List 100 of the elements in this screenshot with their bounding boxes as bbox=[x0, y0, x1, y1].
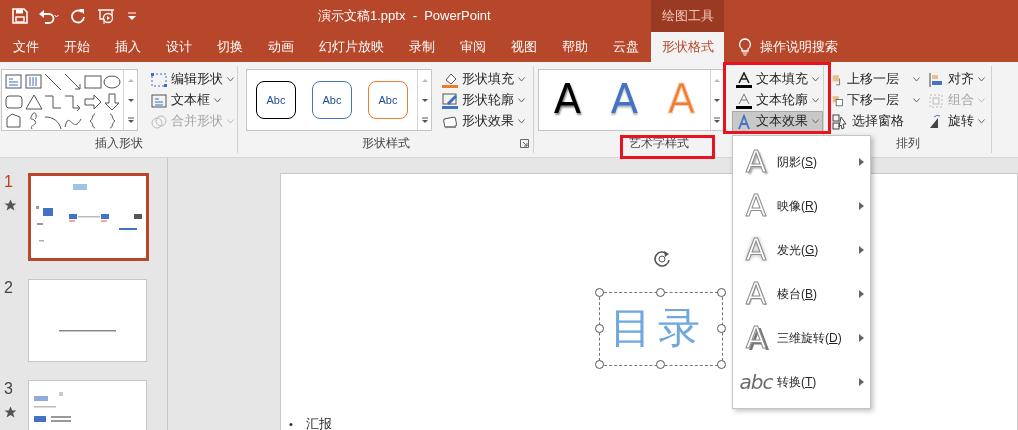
text-outline-icon bbox=[736, 92, 752, 109]
caret-icon[interactable] bbox=[518, 98, 525, 103]
menu-item[interactable]: A 棱台(B) bbox=[733, 272, 870, 316]
ribbon-tab[interactable]: 切换 bbox=[204, 32, 255, 62]
ribbon-tab[interactable]: 开始 bbox=[51, 32, 102, 62]
resize-handle[interactable] bbox=[717, 288, 726, 297]
submenu-arrow-icon bbox=[859, 246, 864, 254]
ribbon-tab[interactable]: 云盘 bbox=[600, 32, 651, 62]
caret-icon[interactable] bbox=[913, 77, 920, 83]
style-preset[interactable]: Abc bbox=[256, 81, 296, 119]
text-effect-icon bbox=[736, 113, 752, 130]
ribbon-button[interactable]: 编辑形状 bbox=[147, 69, 238, 90]
menu-item[interactable]: A 映像(R) bbox=[733, 184, 870, 228]
dialog-launcher-icon[interactable] bbox=[520, 139, 529, 148]
slide-number: 2 bbox=[4, 279, 13, 297]
ribbon-button[interactable]: 文本轮廓 bbox=[732, 90, 823, 111]
resize-handle[interactable] bbox=[595, 324, 604, 333]
ribbon-button[interactable]: 文本填充 bbox=[732, 69, 823, 90]
caret-icon[interactable] bbox=[978, 119, 985, 125]
style-preset[interactable]: Abc bbox=[312, 81, 352, 119]
effect-icon: A bbox=[739, 188, 773, 224]
caret-icon[interactable] bbox=[913, 98, 920, 104]
ribbon-tab[interactable]: 设计 bbox=[153, 32, 204, 62]
ribbon-button[interactable]: 选择窗格 bbox=[828, 111, 924, 132]
resize-handle[interactable] bbox=[656, 360, 665, 369]
ribbon-button[interactable]: 上移一层 bbox=[828, 69, 924, 90]
presentation-icon[interactable] bbox=[96, 7, 116, 25]
text-box-icon[interactable] bbox=[4, 72, 24, 92]
caret-icon[interactable] bbox=[812, 98, 819, 103]
ribbon-button[interactable]: 形状填充 bbox=[438, 69, 529, 90]
ribbon-tab[interactable]: 形状格式 bbox=[651, 32, 724, 62]
resize-handle[interactable] bbox=[717, 324, 726, 333]
wordart-preset[interactable]: A bbox=[539, 70, 596, 130]
caret-icon[interactable] bbox=[518, 119, 525, 124]
submenu-arrow-icon bbox=[859, 378, 864, 386]
ribbon-tab[interactable]: 动画 bbox=[255, 32, 306, 62]
resize-handle[interactable] bbox=[595, 288, 604, 297]
ribbon-tab[interactable]: 文件 bbox=[0, 32, 51, 62]
menu-item[interactable]: abc 转换(T) bbox=[733, 360, 870, 404]
ribbon-button[interactable]: 文本效果 bbox=[732, 111, 823, 132]
arrow-icon[interactable] bbox=[63, 72, 83, 92]
paint-bucket-icon bbox=[442, 71, 458, 88]
effect-icon: A bbox=[739, 144, 773, 180]
menu-item[interactable]: A 阴影(S) bbox=[733, 140, 870, 184]
caret-icon[interactable] bbox=[518, 77, 525, 82]
scroll-down-icon[interactable] bbox=[420, 96, 429, 104]
merge-shapes-icon bbox=[151, 113, 167, 130]
line-icon[interactable] bbox=[43, 72, 63, 92]
caret-icon[interactable] bbox=[978, 77, 985, 83]
submenu-arrow-icon bbox=[859, 158, 864, 166]
slide-number: 1 bbox=[4, 173, 13, 191]
resize-handle[interactable] bbox=[595, 360, 604, 369]
down-arrow-icon[interactable] bbox=[102, 91, 122, 111]
more-icon[interactable] bbox=[713, 116, 721, 124]
resize-handle[interactable] bbox=[717, 360, 726, 369]
bullet-mark: • bbox=[289, 417, 293, 430]
effect-icon: A bbox=[739, 232, 773, 268]
text-fill-icon bbox=[736, 71, 752, 88]
wordart-preset[interactable]: A bbox=[596, 70, 653, 130]
group-label: 排列 bbox=[895, 136, 920, 150]
ribbon-button[interactable]: 文本框 bbox=[147, 90, 238, 111]
caret-icon[interactable] bbox=[812, 119, 819, 124]
slide-thumbnail[interactable] bbox=[28, 279, 147, 362]
ribbon-tab[interactable]: 审阅 bbox=[447, 32, 498, 62]
scroll-down-icon[interactable] bbox=[126, 96, 135, 104]
scroll-down-icon[interactable] bbox=[713, 96, 721, 104]
tell-me-search[interactable]: 操作说明搜索 bbox=[760, 37, 838, 57]
ribbon-button[interactable]: 对齐 bbox=[924, 69, 989, 90]
group-label: 插入形状 bbox=[94, 136, 143, 150]
ribbon-tab[interactable]: 录制 bbox=[396, 32, 447, 62]
ribbon-tab[interactable]: 插入 bbox=[102, 32, 153, 62]
ribbon-button[interactable]: 形状效果 bbox=[438, 111, 529, 132]
window-title: 演示文稿1.pptx - PowerPoint bbox=[318, 7, 492, 26]
align-icon bbox=[928, 71, 944, 88]
more-icon[interactable] bbox=[126, 116, 135, 124]
rotate-handle-icon[interactable] bbox=[652, 249, 672, 269]
ribbon-tab[interactable]: 视图 bbox=[498, 32, 549, 62]
effect-icon: abc bbox=[739, 364, 773, 400]
undo-icon[interactable] bbox=[38, 8, 60, 24]
ribbon-button[interactable]: 旋转 bbox=[924, 111, 989, 132]
menu-item[interactable]: A 发光(G) bbox=[733, 228, 870, 272]
ribbon-tab[interactable]: 幻灯片放映 bbox=[306, 32, 396, 62]
oval-icon[interactable] bbox=[102, 72, 122, 92]
caret-icon[interactable] bbox=[812, 77, 819, 82]
caret-icon[interactable] bbox=[227, 77, 234, 82]
redo-icon[interactable] bbox=[70, 8, 86, 24]
menu-item[interactable]: A 三维旋转(D) bbox=[733, 316, 870, 360]
group-icon bbox=[928, 92, 944, 109]
more-icon[interactable] bbox=[420, 116, 429, 124]
wordart-text: 目录 bbox=[610, 303, 706, 353]
resize-handle[interactable] bbox=[656, 288, 665, 297]
customize-icon[interactable] bbox=[126, 11, 138, 21]
slide-thumbnail[interactable] bbox=[28, 173, 149, 261]
style-preset[interactable]: Abc bbox=[368, 81, 408, 119]
caret-icon[interactable] bbox=[214, 98, 221, 103]
freeform-icon[interactable] bbox=[4, 111, 24, 131]
ribbon-tab[interactable]: 帮助 bbox=[549, 32, 600, 62]
ribbon-button[interactable]: 下移一层 bbox=[828, 90, 924, 111]
ribbon-button[interactable]: 形状轮廓 bbox=[438, 90, 529, 111]
save-icon[interactable] bbox=[12, 8, 28, 24]
